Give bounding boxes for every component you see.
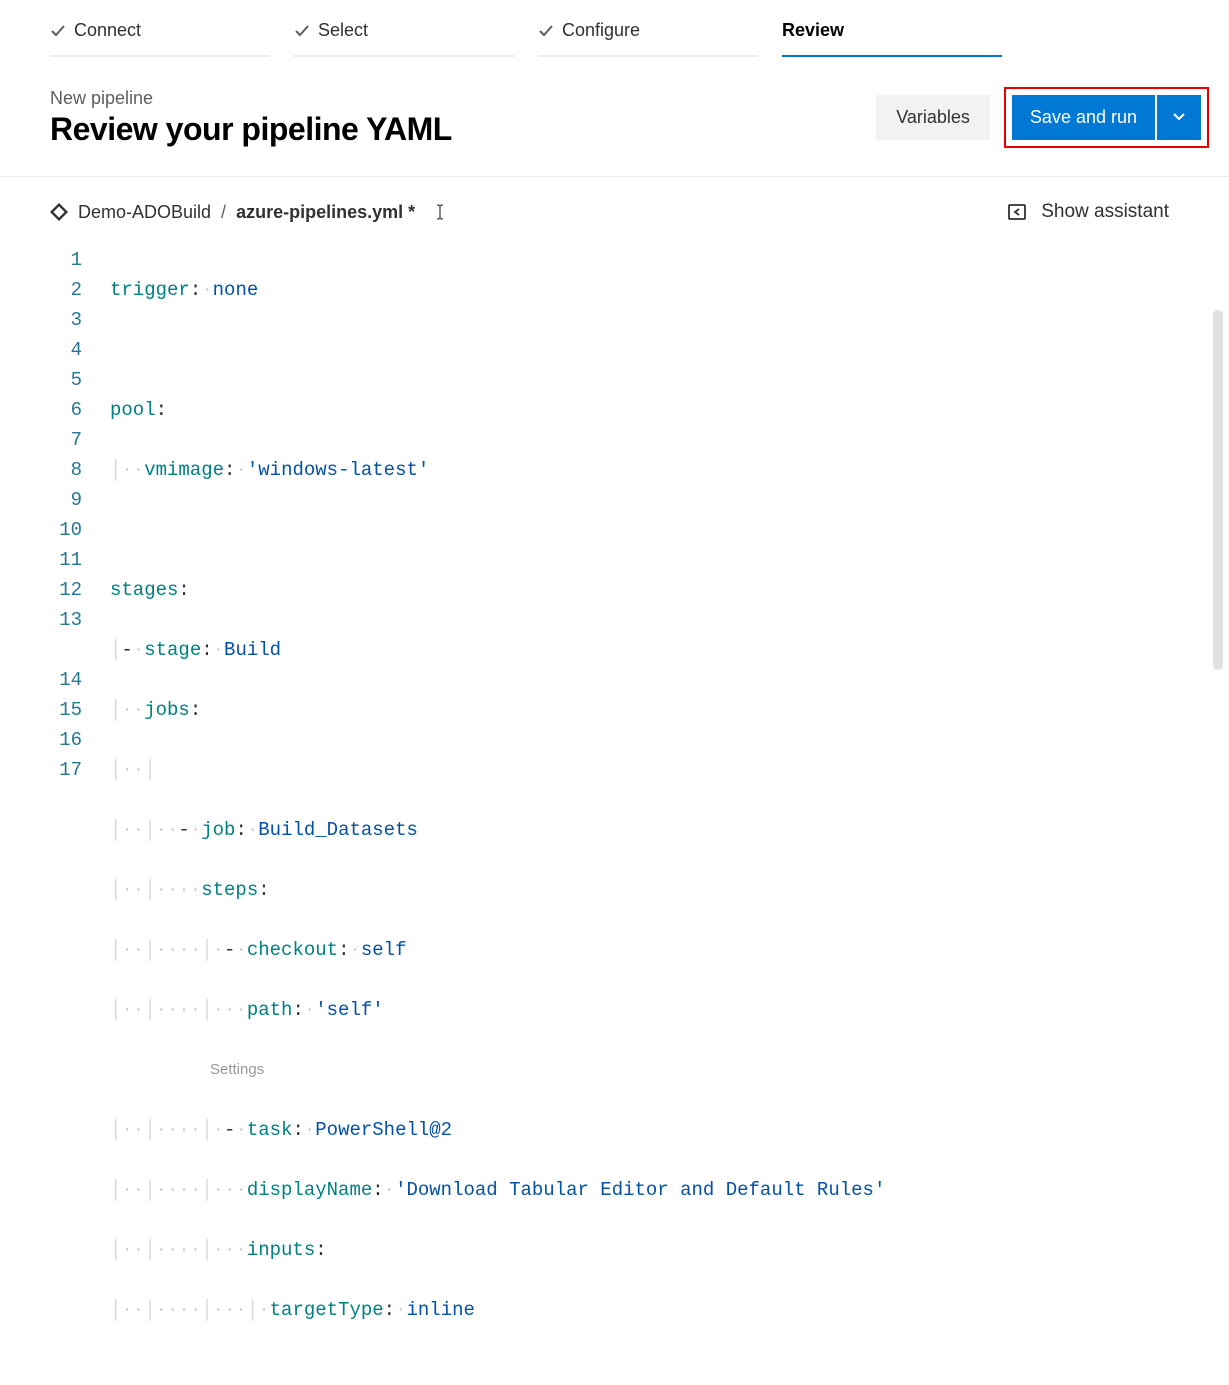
tab-review[interactable]: Review	[782, 10, 1002, 57]
yaml-editor[interactable]: 1 2 3 4 5 6 7 8 9 10 11 12 13 14 15 16 1…	[0, 245, 1229, 1385]
text-cursor-icon[interactable]	[431, 203, 449, 221]
tab-label: Select	[318, 20, 368, 41]
breadcrumb: Demo-ADOBuild / azure-pipelines.yml *	[50, 202, 449, 223]
file-bar: Demo-ADOBuild / azure-pipelines.yml * Sh…	[0, 177, 1229, 245]
tab-label: Connect	[74, 20, 141, 41]
tab-connect[interactable]: Connect	[50, 10, 270, 57]
tab-label: Configure	[562, 20, 640, 41]
page-subtitle: New pipeline	[50, 88, 452, 109]
check-icon	[50, 23, 66, 39]
check-icon	[294, 23, 310, 39]
editor-scrollbar[interactable]	[1213, 310, 1223, 670]
panel-collapse-icon	[1007, 202, 1027, 222]
tab-configure[interactable]: Configure	[538, 10, 758, 57]
assistant-label: Show assistant	[1041, 201, 1169, 223]
wizard-tabs: Connect Select Configure Review	[0, 0, 1229, 57]
save-and-run-dropdown[interactable]	[1157, 95, 1201, 140]
code-content[interactable]: trigger:·none pool: │··vmimage:·'windows…	[110, 245, 885, 1385]
breadcrumb-separator: /	[221, 202, 226, 223]
save-and-run-button[interactable]: Save and run	[1012, 95, 1155, 140]
tab-select[interactable]: Select	[294, 10, 514, 57]
task-settings-link[interactable]: Settings	[110, 1055, 885, 1085]
repo-icon	[50, 203, 68, 221]
check-icon	[538, 23, 554, 39]
variables-button[interactable]: Variables	[876, 95, 990, 140]
breadcrumb-file[interactable]: azure-pipelines.yml *	[236, 202, 415, 223]
breadcrumb-repo[interactable]: Demo-ADOBuild	[78, 202, 211, 223]
page-title: Review your pipeline YAML	[50, 111, 452, 148]
tab-label: Review	[782, 20, 844, 41]
show-assistant-button[interactable]: Show assistant	[1007, 201, 1169, 223]
page-header: New pipeline Review your pipeline YAML V…	[0, 57, 1229, 177]
line-gutter: 1 2 3 4 5 6 7 8 9 10 11 12 13 14 15 16 1…	[50, 245, 110, 1385]
save-run-highlight: Save and run	[1004, 87, 1209, 148]
chevron-down-icon	[1171, 108, 1187, 124]
